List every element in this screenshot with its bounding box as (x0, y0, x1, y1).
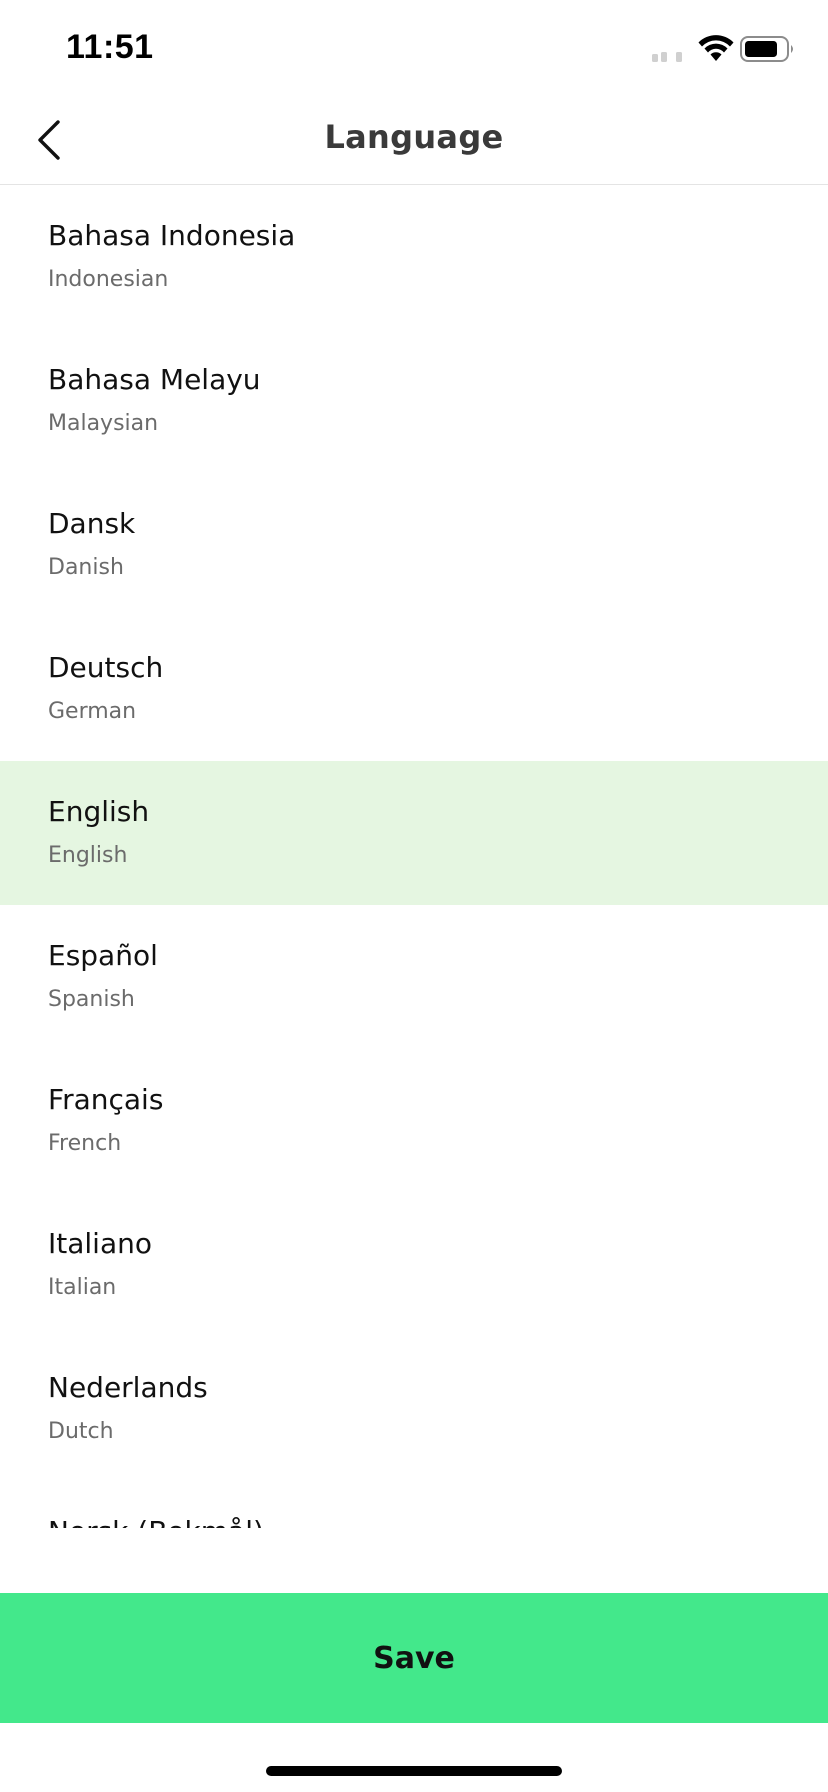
language-english-name: Italian (48, 1275, 117, 1300)
language-list[interactable]: Bahasa Indonesia Indonesian Bahasa Melay… (0, 185, 828, 1528)
nav-header: Language (0, 96, 828, 185)
language-native-name: English (48, 795, 150, 828)
language-native-name: Français (48, 1083, 164, 1116)
status-bar: 11:51 (0, 0, 828, 96)
language-item-dansk[interactable]: Dansk Danish (0, 473, 828, 617)
language-native-name: Español (48, 939, 158, 972)
language-english-name: French (48, 1131, 122, 1156)
language-item-francais[interactable]: Français French (0, 1049, 828, 1193)
language-native-name: Dansk (48, 507, 136, 540)
language-item-norsk[interactable]: Norsk (Bokmål) (0, 1481, 828, 1528)
home-indicator (266, 1766, 562, 1776)
wifi-icon (698, 35, 734, 61)
language-english-name: Dutch (48, 1419, 114, 1444)
save-button[interactable]: Save (0, 1593, 828, 1723)
language-native-name: Bahasa Indonesia (48, 219, 296, 252)
language-item-bahasa-melayu[interactable]: Bahasa Melayu Malaysian (0, 329, 828, 473)
language-english-name: Spanish (48, 987, 135, 1012)
language-english-name: German (48, 699, 137, 724)
language-english-name: English (48, 843, 128, 868)
language-item-nederlands[interactable]: Nederlands Dutch (0, 1337, 828, 1481)
language-native-name: Italiano (48, 1227, 152, 1260)
language-item-bahasa-indonesia[interactable]: Bahasa Indonesia Indonesian (0, 185, 828, 329)
language-native-name: Nederlands (48, 1371, 208, 1404)
language-native-name: Bahasa Melayu (48, 363, 261, 396)
language-item-italiano[interactable]: Italiano Italian (0, 1193, 828, 1337)
page-title: Language (324, 118, 504, 156)
language-native-name: Norsk (Bokmål) (48, 1515, 264, 1528)
language-item-espanol[interactable]: Español Spanish (0, 905, 828, 1049)
signal-icon (652, 52, 682, 62)
status-time: 11:51 (66, 28, 154, 66)
language-item-english-selected[interactable]: English English (0, 761, 828, 905)
language-native-name: Deutsch (48, 651, 164, 684)
battery-icon (740, 36, 793, 62)
language-item-deutsch[interactable]: Deutsch German (0, 617, 828, 761)
language-english-name: Malaysian (48, 411, 159, 436)
language-english-name: Indonesian (48, 267, 169, 292)
language-english-name: Danish (48, 555, 124, 580)
